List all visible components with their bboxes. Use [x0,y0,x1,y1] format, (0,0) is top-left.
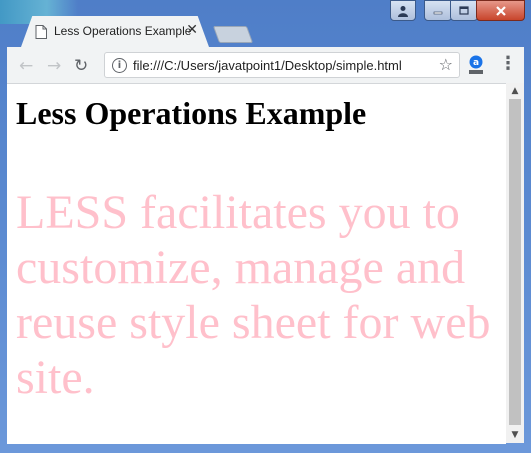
back-arrow-icon[interactable]: ← [19,56,33,76]
page-icon [35,25,47,39]
window-bottom-frame [0,443,531,453]
extension-icon[interactable]: a [466,54,486,76]
info-icon[interactable]: i [112,58,127,73]
tab-less-operations[interactable]: Less Operations Example ✕ [21,16,209,47]
page-content: Less Operations Example LESS facilitates… [7,83,506,444]
maximize-button[interactable] [450,0,478,21]
menu-icon[interactable]: ⋮ [499,53,517,74]
user-icon [398,5,408,17]
tab-title: Less Operations Example [54,24,192,38]
browser-window: Less Operations Example ✕ ← → ↻ i file:/… [0,0,531,453]
window-close-button[interactable] [476,0,525,21]
page-paragraph: LESS facilitates you to customize, manag… [16,186,491,404]
scrollbar-thumb[interactable] [509,99,521,425]
svg-text:a: a [473,58,479,68]
new-tab-button[interactable] [212,26,254,43]
minimize-icon [433,11,443,14]
vertical-scrollbar[interactable]: ▲ ▼ [506,83,524,443]
close-icon[interactable]: ✕ [186,22,198,38]
title-bar: Less Operations Example ✕ [0,0,531,47]
star-icon[interactable]: ☆ [439,55,453,74]
reload-icon[interactable]: ↻ [74,56,88,76]
scroll-up-arrow-icon[interactable]: ▲ [506,83,524,99]
forward-arrow-icon[interactable]: → [47,56,61,76]
scroll-down-arrow-icon[interactable]: ▼ [506,427,524,443]
page-heading: Less Operations Example [16,95,367,131]
close-icon [495,5,506,16]
url-text[interactable]: file:///C:/Users/javatpoint1/Desktop/sim… [133,58,402,73]
address-bar[interactable]: i file:///C:/Users/javatpoint1/Desktop/s… [104,52,460,78]
minimize-button[interactable] [424,0,452,21]
maximize-icon [459,5,469,15]
browser-toolbar: ← → ↻ i file:///C:/Users/javatpoint1/Des… [7,47,524,83]
user-button[interactable] [390,0,416,21]
